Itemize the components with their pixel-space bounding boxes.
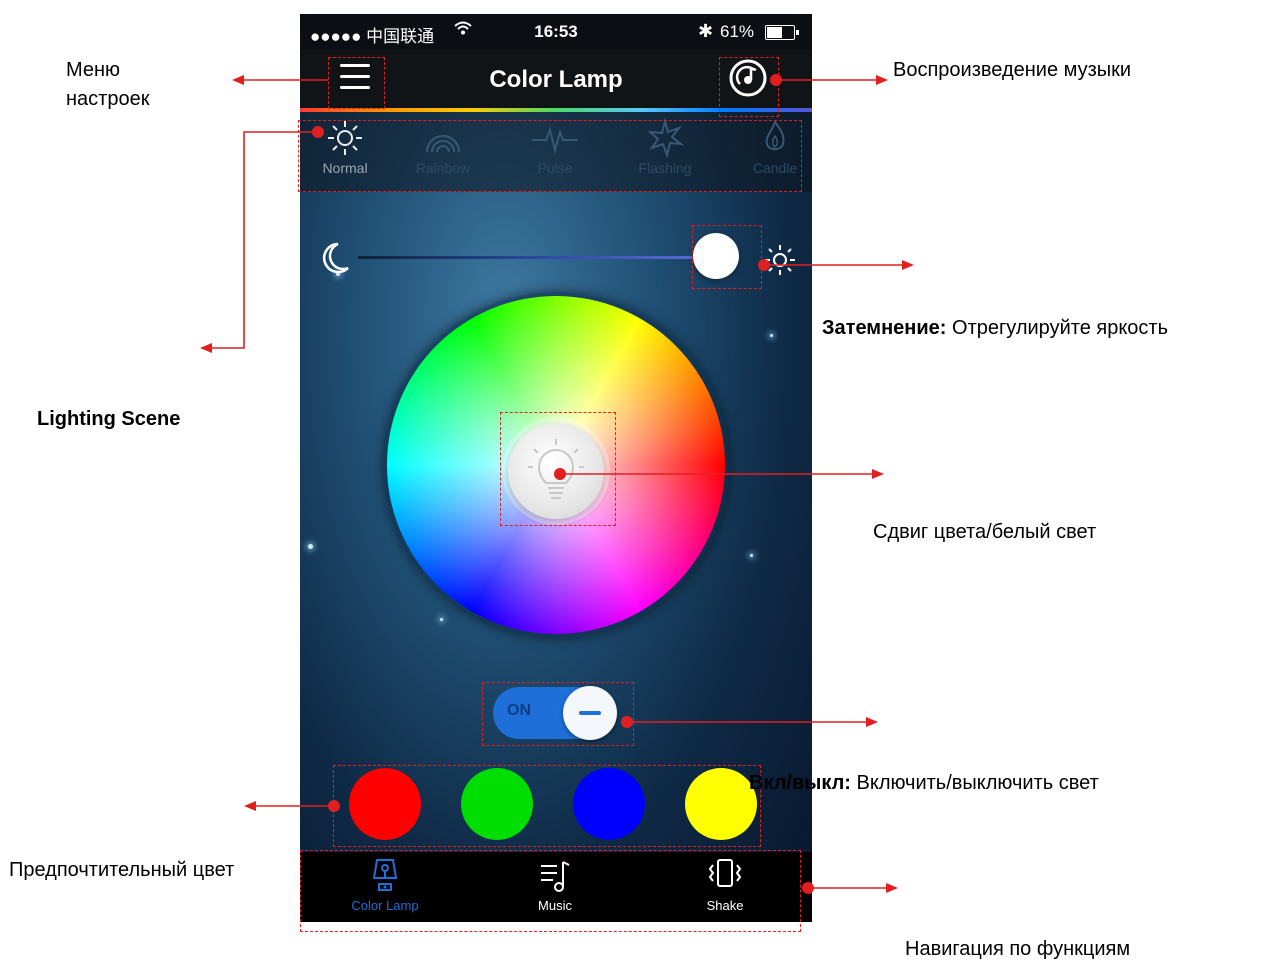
- annotation-onoff-text: Включить/выключить свет: [850, 772, 1099, 794]
- annotation-lighting-scene: Lighting Scene: [37, 408, 181, 430]
- annotation-dimming: Затемнение: Отрегулируйте яркость: [822, 314, 1168, 343]
- annotation-dimming-text: Отрегулируйте яркость: [946, 317, 1169, 339]
- annotation-settings-menu: Меню настроек: [66, 59, 150, 110]
- annotation-dimming-bold: Затемнение:: [822, 317, 947, 339]
- annotation-function-navigation: Навигация по функциям: [905, 938, 1131, 960]
- annotation-color-shift: Сдвиг цвета/белый свет: [873, 521, 1097, 543]
- annotation-onoff-bold: Вкл/выкл:: [749, 772, 851, 794]
- annotation-preferred-color: Предпочтительный цвет: [9, 859, 235, 881]
- annotation-music-playback: Воспроизведение музыки: [893, 59, 1132, 81]
- annotation-onoff: Вкл/выкл: Включить/выключить свет: [749, 769, 1099, 798]
- annotation-arrows: [200, 74, 914, 894]
